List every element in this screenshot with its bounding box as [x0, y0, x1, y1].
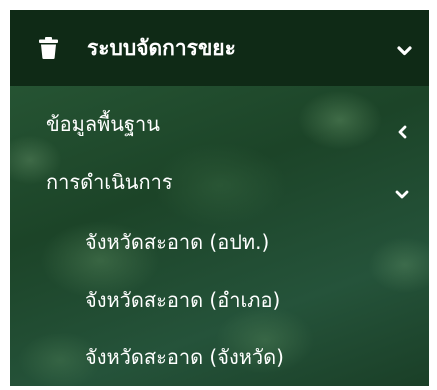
menu-item-label: ข้อมูลพื้นฐาน: [46, 112, 160, 136]
menu-header-waste-management[interactable]: ระบบจัดการขยะ: [10, 10, 429, 86]
submenu-item-clean-province-province[interactable]: จังหวัดสะอาด (จังหวัด): [85, 343, 284, 371]
menu-item-operations[interactable]: การดำเนินการ: [10, 168, 429, 199]
menu-item-basic-data[interactable]: ข้อมูลพื้นฐาน: [10, 110, 429, 140]
chevron-down-icon[interactable]: [395, 178, 409, 206]
sidebar-menu: ระบบจัดการขยะ ข้อมูลพื้นฐาน การดำเนินการ…: [10, 10, 429, 386]
submenu-item-clean-province-district[interactable]: จังหวัดสะอาด (อำเภอ): [85, 286, 280, 314]
chevron-left-icon[interactable]: [398, 118, 407, 146]
trash-icon: [39, 37, 58, 63]
chevron-down-icon[interactable]: [397, 41, 412, 60]
menu-header-title: ระบบจัดการขยะ: [87, 36, 236, 60]
menu-item-label: การดำเนินการ: [46, 170, 173, 194]
submenu-item-clean-province-local-admin[interactable]: จังหวัดสะอาด (อปท.): [85, 228, 269, 256]
